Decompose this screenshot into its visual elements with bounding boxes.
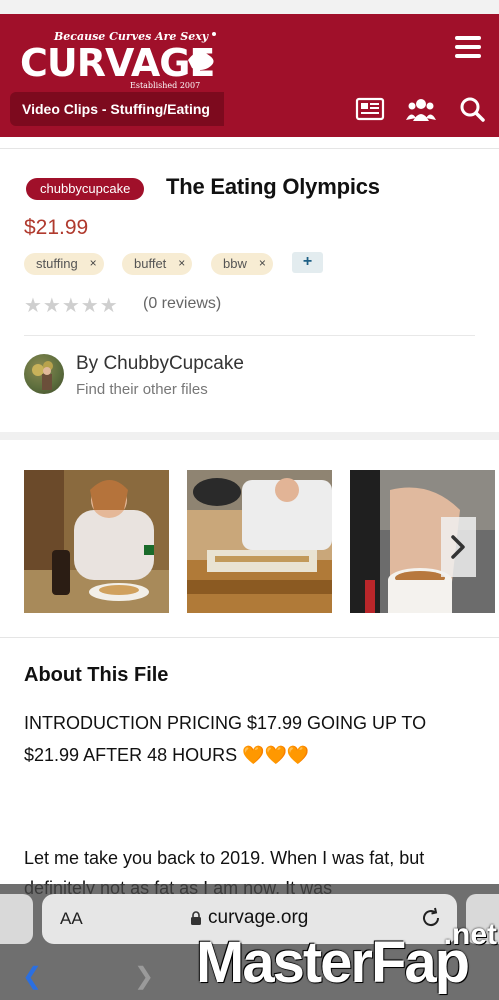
remove-tag-icon[interactable]: × [259,252,266,274]
about-heading: About This File [24,664,169,686]
product-info-card: chubbycupcake The Eating Olympics $21.99… [0,148,499,422]
gallery-thumbnail[interactable] [187,470,332,613]
author-name[interactable]: By ChubbyCupcake [76,353,244,375]
watermark: MasterFap .net [196,918,499,998]
watermark-text: MasterFap [196,930,470,995]
product-price: $21.99 [24,216,89,239]
review-count[interactable]: (0 reviews) [143,295,221,313]
remove-tag-icon[interactable]: × [178,252,185,274]
tag-stuffing[interactable]: stuffing × [24,253,104,275]
svg-text:CURVAGE: CURVAGE [20,41,214,85]
back-arrow-icon[interactable]: ❮ [22,962,42,991]
text-size-button[interactable]: AA [60,909,83,929]
add-tag-button[interactable]: + [292,252,323,273]
site-header: Because Curves Are Sexy CURVAGE Establis… [0,14,499,137]
chevron-right-icon [451,535,465,559]
divider [0,637,499,638]
site-logo[interactable]: Because Curves Are Sexy CURVAGE Establis… [20,22,235,92]
breadcrumb[interactable]: Video Clips - Stuffing/Eating [10,92,224,126]
tag-bbw[interactable]: bbw × [211,253,273,275]
search-icon[interactable] [458,96,488,122]
about-paragraph: INTRODUCTION PRICING $17.99 GOING UP TO … [24,713,427,765]
tag-buffet[interactable]: buffet × [122,252,193,275]
gallery-next-button[interactable] [441,517,476,577]
remove-tag-icon[interactable]: × [90,252,97,274]
menu-icon[interactable] [455,36,481,60]
forward-arrow-icon[interactable]: ❯ [134,962,154,991]
newspaper-icon[interactable] [355,96,385,122]
previous-tab[interactable] [0,894,33,944]
divider [24,335,475,336]
tag-label: buffet [134,256,167,271]
users-icon[interactable] [406,96,436,122]
author-files-link[interactable]: Find their other files [76,381,208,398]
tag-label: stuffing [36,256,78,271]
gallery-thumbnail[interactable] [24,470,169,613]
seller-badge[interactable]: chubbycupcake [26,178,145,200]
status-strip [0,0,499,14]
product-title: The Eating Olympics [166,174,380,199]
svg-text:Established 2007: Established 2007 [130,81,200,90]
author-avatar[interactable] [24,354,64,394]
watermark-suffix: .net [443,918,497,951]
tag-label: bbw [223,256,247,271]
star-rating[interactable]: ★★★★★ [24,293,119,318]
